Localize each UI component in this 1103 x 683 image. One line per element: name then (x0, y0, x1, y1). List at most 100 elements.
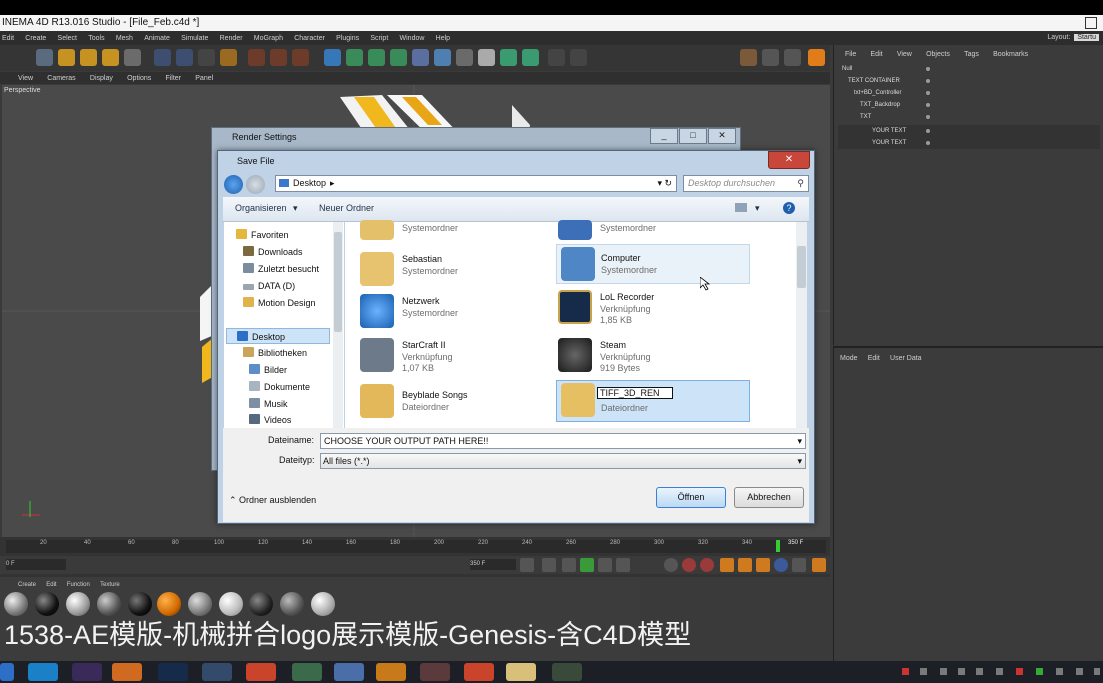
coordinate-system-icon[interactable] (220, 49, 237, 66)
nav-pictures[interactable]: Bilder (249, 362, 287, 378)
step-forward-icon[interactable] (598, 558, 612, 572)
hide-folders-toggle[interactable]: ⌃ Ordner ausblenden (229, 495, 316, 506)
viewport-menu-display[interactable]: Display (90, 75, 113, 82)
view-options-icon[interactable] (735, 203, 747, 212)
tray-icon[interactable] (1094, 668, 1100, 675)
tray-icon[interactable] (976, 668, 983, 675)
menu-mesh[interactable]: Mesh (116, 35, 133, 42)
maximize-icon[interactable]: □ (679, 128, 707, 144)
nav-libraries[interactable]: Bibliotheken (243, 345, 307, 361)
file-item[interactable]: Systemordner (360, 214, 540, 254)
object-row[interactable]: YOUR TEXT (838, 137, 1100, 149)
visibility-dot-icon[interactable] (926, 141, 930, 145)
rotation-key-icon[interactable] (756, 558, 770, 572)
menu-mograph[interactable]: MoGraph (254, 35, 283, 42)
object-row[interactable]: YOUR TEXT (838, 125, 1100, 137)
media-icon[interactable] (334, 663, 364, 681)
visibility-dot-icon[interactable] (926, 115, 930, 119)
tray-network-icon[interactable] (1056, 668, 1063, 675)
visibility-dot-icon[interactable] (926, 103, 930, 107)
tray-icon[interactable] (1036, 668, 1043, 675)
after-effects-icon[interactable] (72, 663, 102, 681)
filename-dropdown-icon[interactable]: ▾ (797, 434, 802, 448)
new-folder-button[interactable]: Neuer Ordner (319, 203, 374, 213)
file-item[interactable]: Beyblade Songs Dateiordner (360, 382, 540, 422)
menu-window[interactable]: Window (400, 35, 425, 42)
navigation-scrollbar[interactable] (333, 222, 343, 428)
attr-menu-edit[interactable]: Edit (868, 355, 880, 362)
add-tool-icon[interactable] (58, 49, 75, 66)
menu-render[interactable]: Render (220, 35, 243, 42)
menu-script[interactable]: Script (370, 35, 388, 42)
explorer-icon[interactable] (506, 663, 536, 681)
autokey-icon[interactable] (682, 558, 696, 572)
spline-pen-icon[interactable] (346, 49, 363, 66)
address-bar[interactable]: Desktop ▸ ▾ ↻ (275, 175, 677, 192)
object-menu-edit[interactable]: Edit (871, 51, 883, 58)
tray-icon[interactable] (996, 668, 1003, 675)
tray-signal-icon[interactable] (940, 668, 947, 675)
subdivision-icon[interactable] (368, 49, 385, 66)
menu-edit[interactable]: Edit (2, 35, 14, 42)
nav-documents[interactable]: Dokumente (249, 379, 310, 395)
file-item[interactable]: StarCraft II Verknüpfung 1,07 KB (360, 336, 540, 376)
visibility-dot-icon[interactable] (926, 129, 930, 133)
viewport-menu-view[interactable]: View (18, 75, 33, 82)
x-axis-icon[interactable] (154, 49, 171, 66)
nav-favorites[interactable]: Favoriten (236, 227, 289, 243)
nav-downloads[interactable]: Downloads (243, 244, 303, 260)
help-icon[interactable]: ? (783, 202, 795, 214)
menu-simulate[interactable]: Simulate (181, 35, 208, 42)
layout-selector[interactable]: Layout: Startu (1047, 31, 1099, 45)
cancel-button[interactable]: Abbrechen (734, 487, 804, 508)
open-button[interactable]: Öffnen (656, 487, 726, 508)
attr-menu-user-data[interactable]: User Data (890, 355, 922, 362)
breadcrumb-arrow-icon[interactable]: ▸ (330, 178, 335, 188)
pose-icon[interactable] (740, 49, 757, 66)
character-icon[interactable] (522, 49, 539, 66)
organize-dropdown-icon[interactable]: ▾ (293, 203, 298, 214)
deformer-icon[interactable] (412, 49, 429, 66)
render-settings-icon[interactable] (292, 49, 309, 66)
skype-icon[interactable] (28, 663, 58, 681)
rotate-tool-icon[interactable] (102, 49, 119, 66)
play-icon[interactable] (580, 558, 594, 572)
start-frame-field[interactable]: 0 F (6, 559, 66, 570)
playhead-marker[interactable] (776, 540, 780, 552)
menu-tools[interactable]: Tools (88, 35, 104, 42)
viewport-toggle-icon[interactable] (570, 49, 587, 66)
file-item[interactable]: Sebastian Systemordner (360, 250, 540, 290)
timeline-ruler[interactable]: 20 40 60 80 100 120 140 160 180 200 220 … (6, 540, 826, 553)
menu-plugins[interactable]: Plugins (336, 35, 359, 42)
keyframe-selection-icon[interactable] (700, 558, 714, 572)
layer-icon[interactable] (548, 49, 565, 66)
tray-icon[interactable] (1016, 668, 1023, 675)
menu-create[interactable]: Create (25, 35, 46, 42)
end-frame-field[interactable]: 350 F (470, 559, 516, 570)
rename-input[interactable]: TIFF_3D_REN (597, 387, 673, 399)
object-row[interactable]: TXT_Backdrop (838, 99, 1100, 111)
record-keys-icon[interactable] (664, 558, 678, 572)
material-menu-edit[interactable]: Edit (46, 582, 56, 588)
timeline-window-icon[interactable] (812, 558, 826, 572)
select-tool-icon[interactable] (124, 49, 141, 66)
nav-music[interactable]: Musik (249, 396, 288, 412)
app-icon[interactable] (420, 663, 450, 681)
start-button-icon[interactable] (0, 663, 14, 681)
file-list-scrollbar[interactable] (796, 222, 807, 428)
visibility-dot-icon[interactable] (926, 91, 930, 95)
hair-icon[interactable] (500, 49, 517, 66)
material-menu-function[interactable]: Function (67, 582, 90, 588)
filename-input[interactable]: CHOOSE YOUR OUTPUT PATH HERE!! ▾ (320, 433, 806, 449)
menu-character[interactable]: Character (294, 35, 325, 42)
next-key-icon[interactable] (616, 558, 630, 572)
object-row[interactable]: txt+BD_Controller (838, 87, 1100, 99)
forward-arrow-icon[interactable] (246, 175, 265, 194)
close-icon[interactable]: ✕ (708, 128, 736, 144)
navigation-scroll-thumb[interactable] (334, 232, 342, 332)
nav-recent[interactable]: Zuletzt besucht (243, 261, 319, 277)
viewport-menu-panel[interactable]: Panel (195, 75, 213, 82)
object-menu-file[interactable]: File (845, 51, 856, 58)
search-input[interactable]: Desktop durchsuchen ⚲ (683, 175, 809, 192)
viewport-menu-options[interactable]: Options (127, 75, 151, 82)
